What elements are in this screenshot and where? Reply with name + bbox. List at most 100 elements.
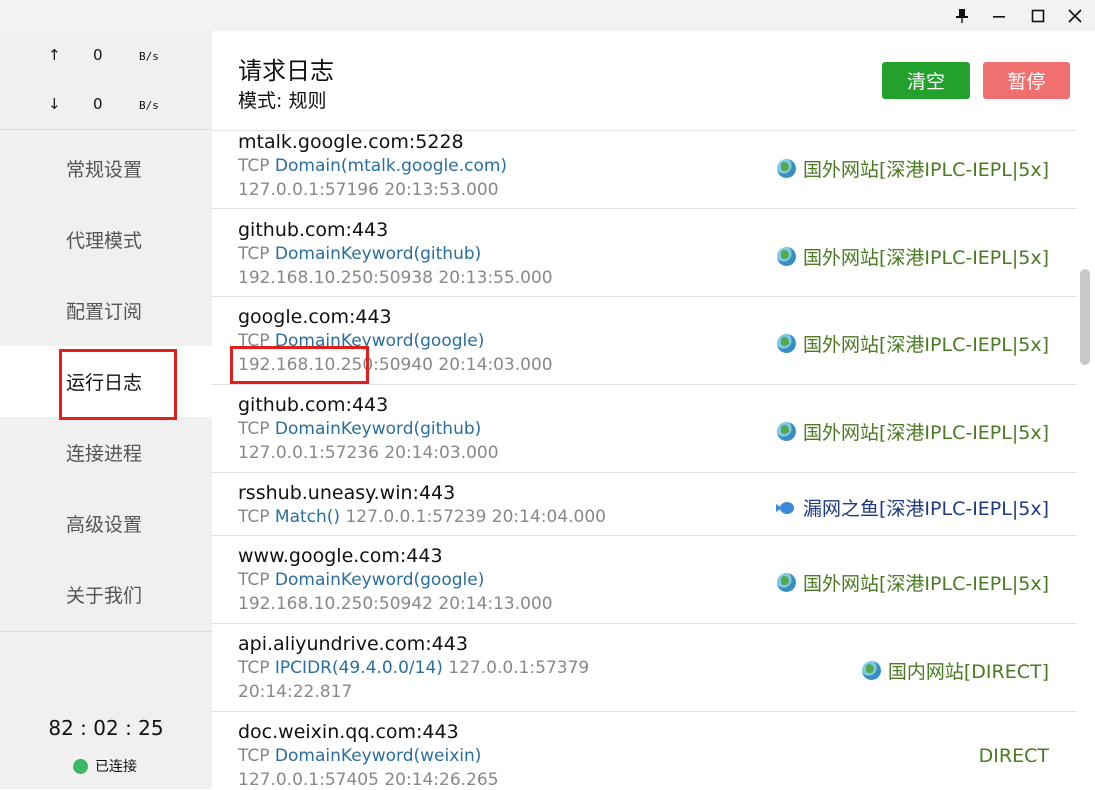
log-list[interactable]: mtalk.google.com:5228 TCP Domain(mtalk.g… [212, 130, 1076, 789]
nav-label: 常规设置 [66, 159, 143, 181]
log-meta: TCP Match() 127.0.0.1:57239 20:14:04.000 [238, 507, 606, 527]
log-route: DIRECT [979, 745, 1049, 767]
pin-icon[interactable] [950, 4, 974, 28]
log-source: 127.0.0.1:57379 [448, 658, 590, 678]
nav-label: 高级设置 [66, 514, 143, 536]
log-entry[interactable]: doc.weixin.qq.com:443 TCP DomainKeyword(… [212, 711, 1076, 789]
log-meta: TCP DomainKeyword(weixin) [238, 746, 481, 766]
log-source: 192.168.10.250:50940 20:14:03.000 [238, 355, 553, 375]
route-label: DIRECT [978, 745, 1049, 767]
log-route: 国内网站[DIRECT] [861, 657, 1049, 684]
nav-label: 运行日志 [66, 372, 143, 394]
log-rule: DomainKeyword(github) [274, 244, 482, 264]
log-host: api.aliyundrive.com:443 [238, 633, 468, 655]
nav-label: 代理模式 [66, 230, 143, 252]
nav-label: 连接进程 [66, 443, 143, 465]
log-entry[interactable]: www.google.com:443 TCP DomainKeyword(goo… [212, 535, 1076, 623]
nav-item-subscriptions[interactable]: 配置订阅 [0, 275, 212, 346]
route-label: 国外网站[深港IPLC-IEPL|5x] [803, 334, 1049, 356]
log-route: 国外网站[深港IPLC-IEPL|5x] [777, 243, 1049, 270]
log-source: 192.168.10.250:50938 20:13:55.000 [238, 268, 553, 288]
pause-button[interactable]: 暂停 [983, 62, 1070, 99]
log-rule: IPCIDR(49.4.0.0/14) [274, 658, 443, 678]
nav-item-about[interactable]: 关于我们 [0, 559, 212, 630]
download-unit: B/s [139, 99, 159, 112]
log-rule: DomainKeyword(github) [274, 419, 482, 439]
globe-icon [777, 334, 797, 353]
log-proto: TCP [238, 746, 270, 766]
nav-label: 关于我们 [66, 585, 143, 607]
log-rule: DomainKeyword(google) [274, 331, 485, 351]
log-meta: TCP Domain(mtalk.google.com) [238, 156, 507, 176]
route-label: 国外网站[深港IPLC-IEPL|5x] [803, 247, 1049, 269]
log-entry[interactable]: github.com:443 TCP DomainKeyword(github)… [212, 208, 1076, 296]
maximize-icon[interactable] [1026, 4, 1050, 28]
close-icon[interactable] [1063, 4, 1087, 28]
log-host: github.com:443 [238, 394, 389, 416]
log-host: doc.weixin.qq.com:443 [238, 721, 459, 743]
log-host: google.com:443 [238, 306, 392, 328]
nav-label: 配置订阅 [66, 301, 143, 323]
log-host: mtalk.google.com:5228 [238, 131, 464, 153]
log-entry[interactable]: google.com:443 TCP DomainKeyword(google)… [212, 296, 1076, 384]
log-route: 国外网站[深港IPLC-IEPL|5x] [777, 569, 1049, 596]
scrollbar-thumb[interactable] [1080, 269, 1090, 365]
log-meta: TCP DomainKeyword(google) [238, 331, 484, 351]
sidebar: ↑ 0 B/s ↓ 0 B/s 常规设置 代理模式 配置订阅 运行日志 连接进程… [0, 31, 212, 789]
log-meta: TCP DomainKeyword(github) [238, 244, 481, 264]
mode-label: 模式: 规则 [238, 90, 327, 112]
page-title: 请求日志 [238, 57, 334, 85]
log-entry[interactable]: github.com:443 TCP DomainKeyword(github)… [212, 384, 1076, 472]
nav-item-proxy-mode[interactable]: 代理模式 [0, 204, 212, 275]
globe-icon [777, 247, 797, 266]
route-label: 国外网站[深港IPLC-IEPL|5x] [803, 422, 1049, 444]
upload-arrow-icon: ↑ [48, 46, 61, 64]
log-source: 127.0.0.1:57236 20:14:03.000 [238, 443, 499, 463]
log-rule: DomainKeyword(weixin) [274, 746, 482, 766]
route-label: 国内网站[DIRECT] [887, 661, 1049, 683]
log-header: 请求日志 模式: 规则 清空 暂停 [212, 31, 1095, 131]
log-proto: TCP [238, 244, 270, 264]
connection-status: 已连接 [73, 756, 137, 776]
traffic-panel: ↑ 0 B/s ↓ 0 B/s [0, 31, 212, 130]
uptime-timer: 82 : 02 : 25 [48, 716, 164, 740]
log-proto: TCP [238, 507, 270, 527]
log-source: 192.168.10.250:50942 20:14:13.000 [238, 594, 553, 614]
log-route: 国外网站[深港IPLC-IEPL|5x] [777, 155, 1049, 182]
globe-icon [777, 422, 797, 441]
log-meta: TCP DomainKeyword(google) [238, 570, 484, 590]
log-entry[interactable]: mtalk.google.com:5228 TCP Domain(mtalk.g… [212, 130, 1076, 208]
minimize-icon[interactable] [987, 4, 1011, 28]
scrollbar-track[interactable] [1076, 130, 1095, 789]
nav-item-general[interactable]: 常规设置 [0, 133, 212, 204]
log-route: 国外网站[深港IPLC-IEPL|5x] [777, 418, 1049, 445]
download-arrow-icon: ↓ [48, 95, 61, 113]
status-panel: 82 : 02 : 25 已连接 [0, 631, 212, 790]
log-route: 漏网之鱼[深港IPLC-IEPL|5x] [776, 494, 1049, 521]
upload-value: 0 [93, 46, 103, 64]
nav-item-advanced[interactable]: 高级设置 [0, 488, 212, 559]
log-proto: TCP [238, 419, 270, 439]
nav-item-logs[interactable]: 运行日志 [0, 346, 212, 417]
fish-icon [776, 501, 796, 515]
upload-speed: ↑ 0 B/s [0, 46, 212, 66]
title-bar [0, 0, 1095, 31]
clear-button[interactable]: 清空 [882, 62, 970, 99]
log-source: 127.0.0.1:57405 20:14:26.265 [238, 770, 499, 789]
log-entry[interactable]: rsshub.uneasy.win:443 TCP Match() 127.0.… [212, 472, 1076, 535]
log-entry[interactable]: api.aliyundrive.com:443 TCP IPCIDR(49.4.… [212, 623, 1076, 711]
log-source: 127.0.0.1:57196 20:13:53.000 [238, 180, 499, 200]
upload-unit: B/s [139, 50, 159, 63]
status-dot-icon [73, 758, 88, 774]
download-value: 0 [93, 95, 103, 113]
log-host: github.com:443 [238, 219, 389, 241]
log-route: 国外网站[深港IPLC-IEPL|5x] [777, 330, 1049, 357]
globe-icon [777, 573, 797, 592]
log-proto: TCP [238, 331, 270, 351]
nav-item-connections[interactable]: 连接进程 [0, 417, 212, 488]
log-source: 127.0.0.1:57239 20:14:04.000 [345, 507, 606, 527]
log-meta: TCP IPCIDR(49.4.0.0/14) 127.0.0.1:57379 [238, 658, 589, 678]
log-proto: TCP [238, 156, 270, 176]
route-label: 国外网站[深港IPLC-IEPL|5x] [803, 159, 1049, 181]
log-host: www.google.com:443 [238, 545, 443, 567]
